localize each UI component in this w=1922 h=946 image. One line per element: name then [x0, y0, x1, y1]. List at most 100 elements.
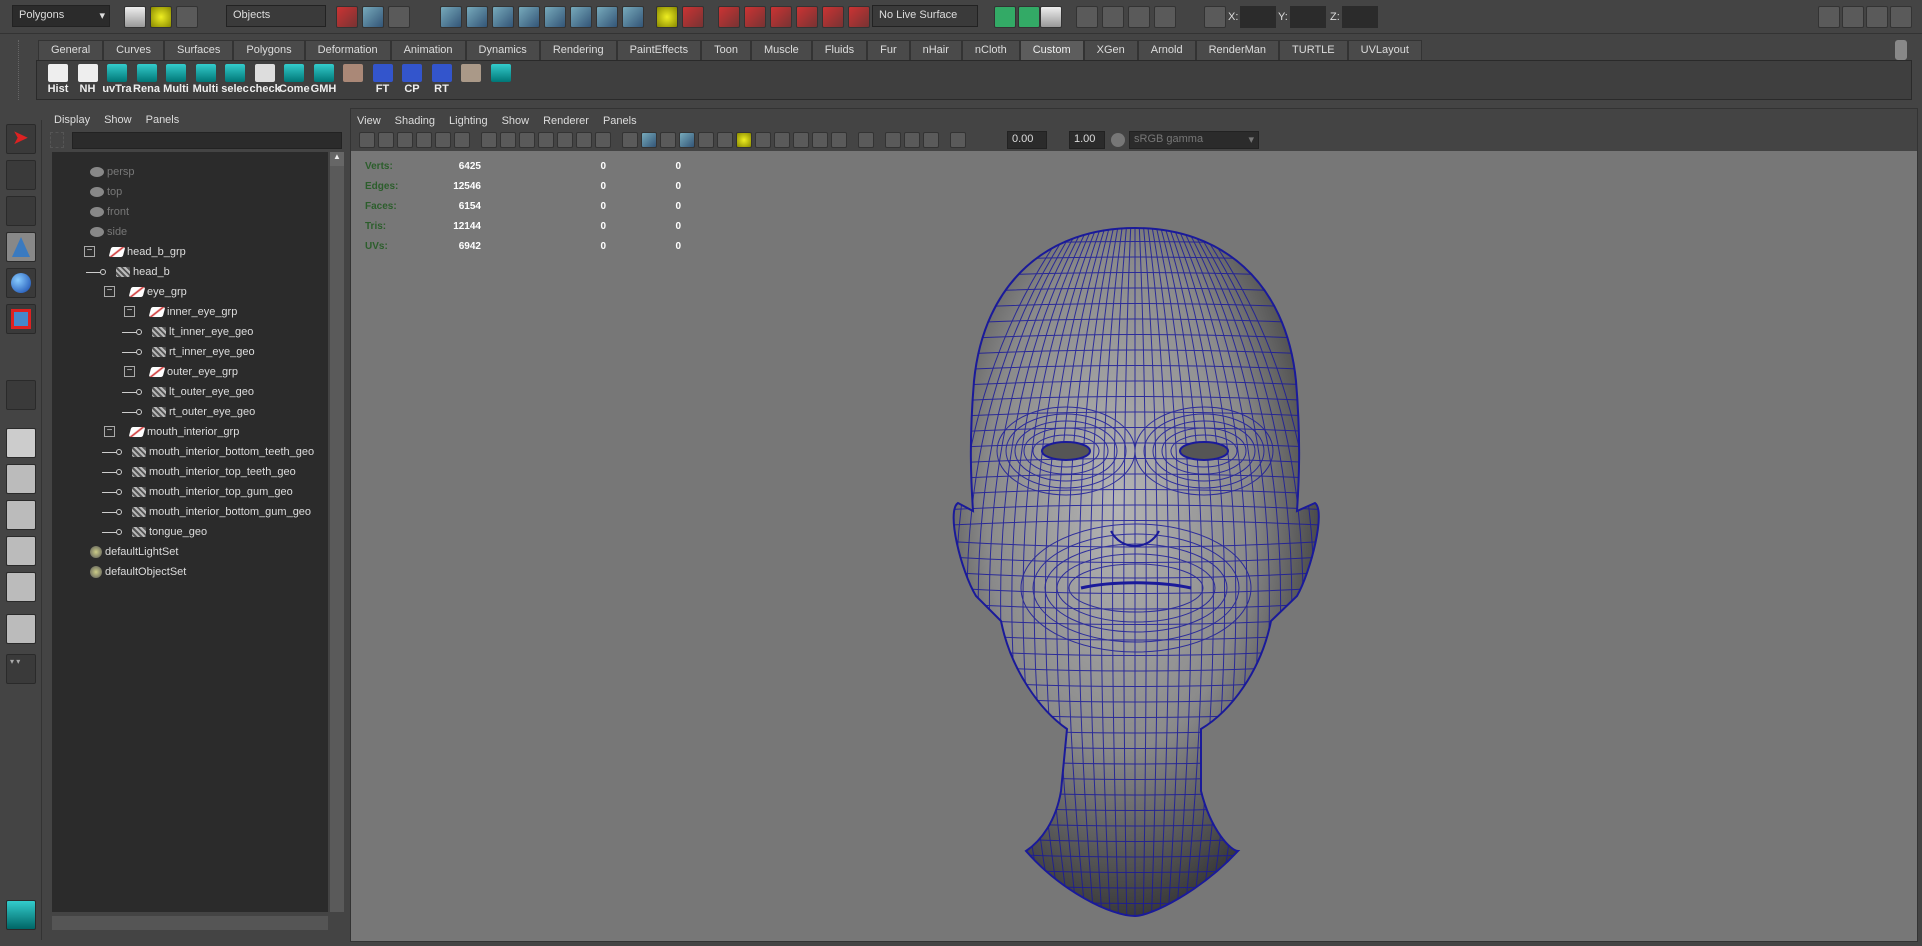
menu-show[interactable]: Show [104, 114, 132, 126]
shelf-tab-animation[interactable]: Animation [390, 40, 466, 60]
hypershade-layout-icon[interactable] [6, 572, 36, 602]
shelf-button-check-7[interactable]: check [250, 64, 281, 98]
shelf-button-multi-5[interactable]: Multi [191, 64, 221, 98]
xray-joints-icon[interactable] [885, 132, 901, 148]
shelf-tab-toon[interactable]: Toon [701, 40, 751, 60]
shelf-tab-painteffects[interactable]: PaintEffects [616, 40, 702, 60]
snap-curve-icon[interactable] [466, 6, 488, 28]
outliner-item-head_b_grp[interactable]: − head_b_grp [84, 242, 186, 262]
xray-active-icon[interactable] [904, 132, 920, 148]
motion-blur-icon[interactable] [793, 132, 809, 148]
shadows-icon[interactable] [755, 132, 771, 148]
exposure-field[interactable]: 0.00 [1007, 131, 1047, 149]
trash-icon[interactable] [1895, 40, 1907, 60]
ambient-occlusion-icon[interactable] [774, 132, 790, 148]
collapse-icon[interactable]: − [104, 286, 115, 297]
rotate-tool-icon[interactable] [6, 268, 36, 298]
resolution-gate-icon[interactable] [519, 132, 535, 148]
shelf-button-multi-4[interactable]: Multi [161, 64, 191, 98]
shelf-button-tool-10[interactable] [338, 64, 368, 98]
collapse-icon[interactable]: − [124, 306, 135, 317]
outliner-graph-layout-icon[interactable] [6, 614, 36, 644]
outliner-item-defaultLightSet[interactable]: defaultLightSet [90, 542, 178, 562]
viewport-3d[interactable]: Verts: 6425 0 0 Edges: 12546 0 0 Faces: 6154 0 0 Tri… [351, 151, 1917, 941]
isolate-select-icon[interactable] [858, 132, 874, 148]
gamma-field[interactable]: 1.00 [1069, 131, 1105, 149]
xray-icon[interactable] [679, 132, 695, 148]
select-tool-icon[interactable]: ➤ [6, 124, 36, 154]
layout-dropdown-button[interactable]: ▾ ▾ [6, 654, 36, 684]
depth-of-field-icon[interactable] [831, 132, 847, 148]
ipr-render-icon[interactable] [1128, 6, 1150, 28]
attribute-editor-icon[interactable] [1842, 6, 1864, 28]
outliner-item-lt_outer_eye_geo[interactable]: lt_outer_eye_geo [122, 382, 254, 402]
default-material-icon[interactable] [698, 132, 714, 148]
shelf-tab-ncloth[interactable]: nCloth [961, 40, 1020, 60]
shelf-handle[interactable] [18, 40, 32, 100]
select-lock-icon[interactable] [682, 6, 704, 28]
magnet-curve-icon[interactable] [744, 6, 766, 28]
shelf-button-selec-6[interactable]: selec [220, 64, 250, 98]
shelf-tab-curves[interactable]: Curves [103, 40, 164, 60]
magnet-icon[interactable] [848, 6, 870, 28]
head-model[interactable] [351, 151, 1917, 941]
snap-misc-icon[interactable] [596, 6, 618, 28]
menu-panels[interactable]: Panels [146, 114, 180, 126]
menu-renderer[interactable]: Renderer [543, 115, 589, 127]
render-view-icon[interactable] [1076, 6, 1098, 28]
shelf-button-nh-1[interactable]: NH [73, 64, 103, 98]
shelf-button-rena-3[interactable]: Rena [132, 64, 162, 98]
camera-select-icon[interactable] [378, 132, 394, 148]
last-tool-icon[interactable] [6, 380, 36, 410]
gate-mask-icon[interactable] [538, 132, 554, 148]
2d-pan-icon[interactable] [454, 132, 470, 148]
lock-icon[interactable] [656, 6, 678, 28]
x-field[interactable] [1240, 6, 1276, 28]
y-field[interactable] [1290, 6, 1326, 28]
grid-icon[interactable] [481, 132, 497, 148]
construction-history-icon[interactable] [1040, 6, 1062, 28]
menuset-dropdown[interactable]: Polygons ▾ [12, 5, 110, 27]
shelf-tab-muscle[interactable]: Muscle [750, 40, 812, 60]
filter-options-icon[interactable] [50, 132, 64, 148]
shelf-tab-fluids[interactable]: Fluids [811, 40, 868, 60]
shelf-button-cp-12[interactable]: CP [397, 64, 427, 98]
wireframe-on-shaded-icon[interactable] [660, 132, 676, 148]
outliner-item-rt_inner_eye_geo[interactable]: rt_inner_eye_geo [122, 342, 255, 362]
lasso-tool-icon[interactable] [6, 160, 36, 190]
outliner-item-defaultObjectSet[interactable]: defaultObjectSet [90, 562, 186, 582]
magnet-grid-icon[interactable] [718, 6, 740, 28]
magnet-point-icon[interactable] [770, 6, 792, 28]
single-perspective-layout-icon[interactable] [6, 428, 36, 458]
paint-select-tool-icon[interactable] [6, 196, 36, 226]
shelf-tab-uvlayout[interactable]: UVLayout [1347, 40, 1422, 60]
select-hierarchy-icon[interactable] [336, 6, 358, 28]
magnet-surface-icon[interactable] [796, 6, 818, 28]
outliner-item-inner_eye_grp[interactable]: − inner_eye_grp [124, 302, 237, 322]
outliner-vertical-scrollbar[interactable]: ▲ [330, 152, 344, 912]
snap-vertex-icon[interactable] [570, 6, 592, 28]
outliner-item-rt_outer_eye_geo[interactable]: rt_outer_eye_geo [122, 402, 255, 422]
menu-lighting[interactable]: Lighting [449, 115, 488, 127]
menu-show[interactable]: Show [502, 115, 530, 127]
snap-surface-icon[interactable] [544, 6, 566, 28]
menu-display[interactable]: Display [54, 114, 90, 126]
color-space-dropdown[interactable]: sRGB gamma ▾ [1129, 131, 1259, 149]
shelf-tab-polygons[interactable]: Polygons [233, 40, 305, 60]
outliner-item-top[interactable]: top [90, 182, 122, 202]
menu-panels[interactable]: Panels [603, 115, 637, 127]
save-scene-icon[interactable] [176, 6, 198, 28]
shelf-tab-nhair[interactable]: nHair [909, 40, 962, 60]
menu-view[interactable]: View [357, 115, 381, 127]
shelf-button-ft-11[interactable]: FT [368, 64, 398, 98]
selection-mode-dropdown[interactable]: Objects [226, 5, 326, 27]
shelf-button-gmh-9[interactable]: GMH [309, 64, 339, 98]
modeling-toolkit-icon[interactable] [1818, 6, 1840, 28]
outliner-item-mouth_interior_top_teeth_geo[interactable]: mouth_interior_top_teeth_geo [102, 462, 296, 482]
exposure-toggle-icon[interactable] [950, 132, 966, 148]
render-settings-icon[interactable] [1154, 6, 1176, 28]
shelf-tab-rendering[interactable]: Rendering [539, 40, 617, 60]
shelf-tab-renderman[interactable]: RenderMan [1195, 40, 1280, 60]
scale-tool-icon[interactable] [6, 304, 36, 334]
grease-pencil-icon[interactable] [435, 132, 451, 148]
